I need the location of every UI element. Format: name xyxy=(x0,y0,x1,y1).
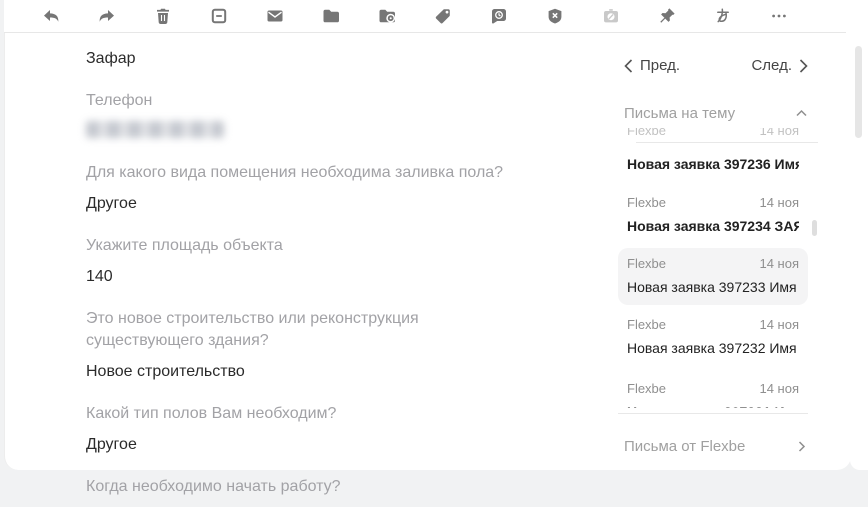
clipped-row: Flexbe 14 ноя xyxy=(627,128,799,141)
email-subject: Новая заявка 397234 ЗАЯ… xyxy=(627,217,799,235)
email-subject: Новая заявка 397232 Имя … xyxy=(627,339,799,357)
question-label: Это новое строительство или реконструкци… xyxy=(86,308,518,352)
question-label: Какой тип полов Вам необходим? xyxy=(86,403,518,425)
folder-icon[interactable] xyxy=(321,6,341,26)
field-phone-label: Телефон xyxy=(86,90,518,112)
chevron-right-icon xyxy=(795,440,808,453)
prev-email-button[interactable]: Пред. xyxy=(624,57,680,74)
email-sender: Flexbe xyxy=(627,381,666,397)
shield-x-icon[interactable] xyxy=(545,6,565,26)
divider xyxy=(636,142,818,143)
prev-label: Пред. xyxy=(640,57,680,74)
divider xyxy=(618,413,808,414)
tag-icon[interactable] xyxy=(433,6,453,26)
list-item[interactable]: Flexbe 14 ноя Новая заявка 397236 Имя … xyxy=(618,128,808,173)
more-icon[interactable] xyxy=(769,6,789,26)
list-item[interactable]: Flexbe 14 ноя Новая заявка 397232 Имя … xyxy=(618,317,808,357)
email-subject: Новая заявка 397236 Имя … xyxy=(627,155,799,173)
email-sender: Flexbe xyxy=(627,317,666,333)
forward-icon[interactable] xyxy=(97,6,117,26)
phone-number-redacted xyxy=(86,121,224,138)
trash-icon[interactable] xyxy=(153,6,173,26)
email-subject: Новая заявка 397233 Имя … xyxy=(627,278,799,296)
question-label: Укажите площадь объекта xyxy=(86,235,518,257)
email-subject: Новая заявка 397231 Имя xyxy=(627,403,799,408)
timer-off-icon[interactable] xyxy=(601,6,621,26)
message-body: Зафар Телефон Для какого вида помещения … xyxy=(86,40,586,507)
list-item[interactable]: Flexbe 14 ноя Новая заявка 397231 Имя xyxy=(618,381,808,408)
question-answer: Новое строительство xyxy=(86,361,586,383)
pin-icon[interactable] xyxy=(657,6,677,26)
email-date: 14 ноя xyxy=(759,195,799,211)
question-label: Для какого вида помещения необходима зал… xyxy=(86,162,518,184)
list-item[interactable]: Flexbe 14 ноя Новая заявка 397234 ЗАЯ… xyxy=(618,195,808,235)
email-sender: Flexbe xyxy=(627,128,666,139)
question-label: Когда необходимо начать работу? xyxy=(86,476,518,498)
translate-icon[interactable] xyxy=(713,6,733,26)
email-date: 14 ноя xyxy=(759,256,799,272)
clipped-row: Новая заявка 397231 Имя xyxy=(627,397,799,408)
email-date: 14 ноя xyxy=(759,381,799,397)
list-item-selected[interactable]: Flexbe 14 ноя Новая заявка 397233 Имя … xyxy=(618,248,808,305)
emails-from-sender-link[interactable]: Письма от Flexbe xyxy=(624,438,808,455)
email-sender: Flexbe xyxy=(627,195,666,211)
page-scrollbar-thumb[interactable] xyxy=(855,46,862,138)
thread-sidebar: Пред. След. Письма на тему Flexbe 14 ноя… xyxy=(618,33,850,470)
email-date: 14 ноя xyxy=(759,317,799,333)
section-title: Письма на тему xyxy=(624,105,735,122)
minus-box-icon[interactable] xyxy=(209,6,229,26)
chat-clock-icon[interactable] xyxy=(489,6,509,26)
chevron-right-icon xyxy=(799,59,808,73)
question-answer: Другое xyxy=(86,193,586,215)
thread-list: Flexbe 14 ноя Новая заявка 397236 Имя … … xyxy=(618,128,818,414)
reply-icon[interactable] xyxy=(41,6,61,26)
envelope-icon[interactable] xyxy=(265,6,285,26)
same-topic-section-header[interactable]: Письма на тему xyxy=(624,105,808,122)
question-answer: Другое xyxy=(86,434,586,456)
field-name-value: Зафар xyxy=(86,48,586,70)
email-sender: Flexbe xyxy=(627,256,666,272)
chevron-up-icon xyxy=(795,107,808,120)
email-date: 14 ноя xyxy=(759,128,799,139)
message-toolbar xyxy=(4,0,846,33)
thread-navigation: Пред. След. xyxy=(618,57,808,74)
next-label: След. xyxy=(751,57,792,74)
footer-link-label: Письма от Flexbe xyxy=(624,438,745,455)
folder-badge-icon[interactable] xyxy=(377,6,397,26)
list-scrollbar-thumb[interactable] xyxy=(812,220,817,236)
next-email-button[interactable]: След. xyxy=(751,57,808,74)
chevron-left-icon xyxy=(624,59,633,73)
question-answer: 140 xyxy=(86,266,586,288)
